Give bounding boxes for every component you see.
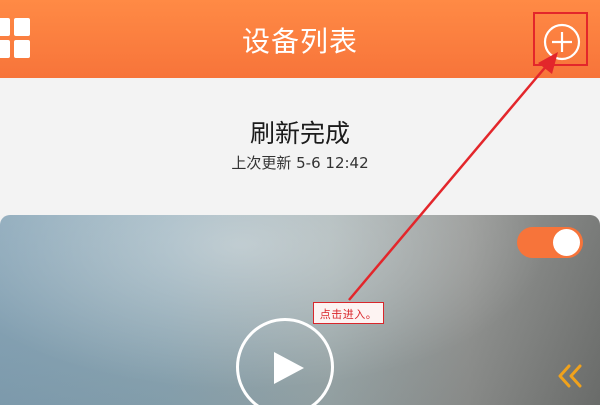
toggle-knob bbox=[553, 229, 580, 256]
add-button-highlight bbox=[533, 12, 588, 66]
play-button[interactable] bbox=[236, 318, 334, 405]
last-update-text: 上次更新 5-6 12:42 bbox=[231, 154, 369, 172]
device-toggle[interactable] bbox=[517, 227, 583, 258]
top-bar: 设备列表 bbox=[0, 0, 600, 78]
refresh-status-panel: 刷新完成 上次更新 5-6 12:42 bbox=[0, 78, 600, 215]
double-chevron-left-icon[interactable] bbox=[556, 362, 584, 390]
play-icon bbox=[274, 352, 304, 384]
annotation-text: 点击进入。 bbox=[319, 308, 378, 321]
refresh-status-text: 刷新完成 bbox=[249, 119, 350, 148]
app-screen: 设备列表 刷新完成 上次更新 5-6 12:42 点击进入。 bbox=[0, 0, 600, 405]
page-title: 设备列表 bbox=[241, 25, 358, 58]
annotation-label: 点击进入。 bbox=[313, 302, 384, 324]
